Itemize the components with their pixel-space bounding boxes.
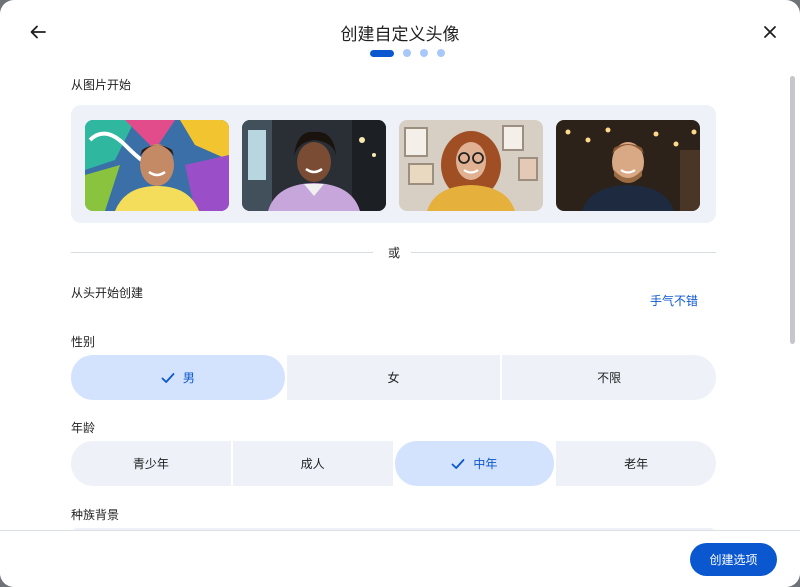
photo-cafe-man[interactable]: [556, 120, 700, 211]
or-separator: 或: [387, 246, 400, 260]
scrollbar-thumb[interactable]: [790, 76, 795, 344]
age-option-label: 中年: [473, 457, 498, 471]
age-segmented-control: 青少年 成人 中年 老年: [71, 441, 716, 486]
gender-segmented-control: 男 女 不限: [71, 355, 717, 400]
age-label: 年龄: [71, 421, 96, 435]
gender-option-label: 男: [182, 371, 195, 385]
step-dot-active: [370, 49, 394, 57]
dialog-content: 从图片开始 或 从头开始创建 手气不错 性别 男 女 不限 年龄 青少年 成人 …: [0, 66, 786, 530]
age-option-adult[interactable]: 成人: [232, 441, 393, 486]
photos-section-label: 从图片开始: [71, 78, 132, 92]
age-option-label: 青少年: [132, 457, 169, 471]
gender-option-label: 不限: [597, 371, 622, 385]
age-option-teen[interactable]: 青少年: [71, 441, 231, 486]
ethnicity-label: 种族背景: [71, 508, 120, 522]
check-icon: [451, 458, 465, 469]
divider-left: [71, 252, 373, 253]
close-icon: [764, 26, 776, 38]
create-avatar-dialog: 创建自定义头像 从图片开始 或 从头开始创建 手气不错 性别 男 女 不限 年龄…: [0, 0, 800, 587]
age-option-label: 老年: [624, 457, 649, 471]
dialog-footer: 创建选项: [0, 530, 800, 587]
dialog-title: 创建自定义头像: [340, 25, 460, 45]
photo-gallery-woman[interactable]: [399, 120, 543, 211]
gender-label: 性别: [71, 335, 96, 349]
create-options-button[interactable]: 创建选项: [690, 543, 777, 576]
divider-right: [411, 252, 716, 253]
feeling-lucky-link[interactable]: 手气不错: [650, 292, 698, 309]
photo-picker-panel: [71, 105, 716, 223]
step-dot: [437, 49, 445, 57]
close-button[interactable]: [752, 18, 788, 46]
step-indicator: [370, 49, 445, 57]
photo-graffiti-man[interactable]: [85, 120, 229, 211]
check-icon: [161, 372, 175, 383]
age-option-label: 成人: [300, 457, 325, 471]
step-dot: [403, 49, 411, 57]
gender-option-male[interactable]: 男: [71, 355, 285, 400]
age-option-middle-aged[interactable]: 中年: [394, 441, 555, 486]
gender-option-label: 女: [387, 371, 400, 385]
gender-option-female[interactable]: 女: [286, 355, 501, 400]
step-dot: [420, 49, 428, 57]
age-option-senior[interactable]: 老年: [556, 441, 716, 486]
photo-storefront-woman[interactable]: [242, 120, 386, 211]
scratch-section-label: 从头开始创建: [71, 286, 144, 300]
gender-option-any[interactable]: 不限: [502, 355, 717, 400]
